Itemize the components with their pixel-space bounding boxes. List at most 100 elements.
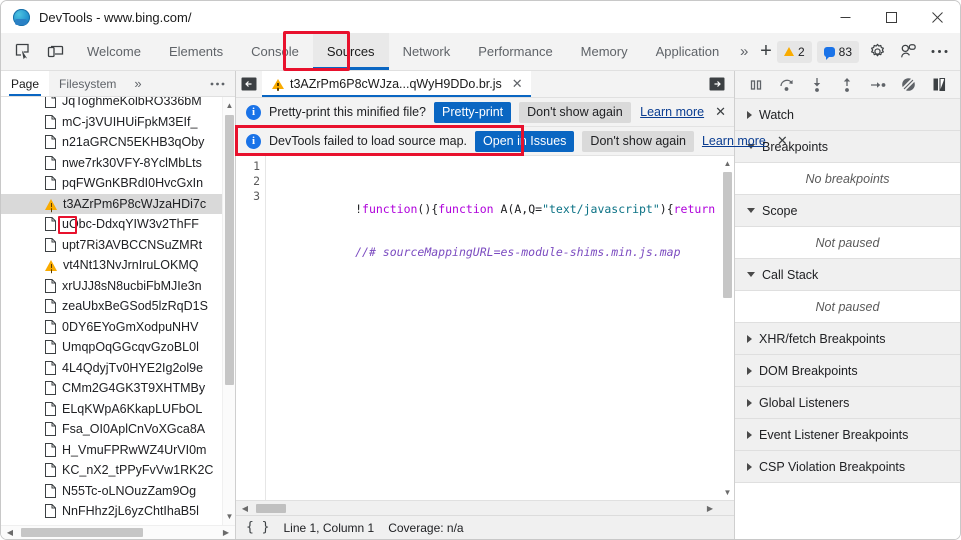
- list-item[interactable]: uObc-DdxqYIW3v2ThFF: [1, 214, 222, 235]
- list-item[interactable]: NnFHhz2jL6yzChtIhaB5l: [1, 501, 222, 522]
- tab-elements[interactable]: Elements: [155, 33, 237, 70]
- debugger-section-call-stack[interactable]: Call Stack: [735, 259, 960, 291]
- debugger-section-csp-violation-breakpoints[interactable]: CSP Violation Breakpoints: [735, 451, 960, 483]
- debugger-section-breakpoints[interactable]: Breakpoints: [735, 131, 960, 163]
- debugger-section-global-listeners[interactable]: Global Listeners: [735, 387, 960, 419]
- panel-right-icon[interactable]: [704, 77, 730, 91]
- file-tree[interactable]: JqToghmeKolbRO336bM mC-j3VUIHUiFpkM3EIf_…: [1, 97, 235, 525]
- scrollbar-thumb-horizontal[interactable]: [256, 504, 286, 513]
- add-tab-button[interactable]: +: [755, 33, 777, 70]
- scroll-up-arrow-icon[interactable]: ▲: [223, 99, 235, 112]
- editor-tab-active[interactable]: t3AZrPm6P8cWJza...qWyH9DDo.br.js ✕: [262, 71, 531, 97]
- debugger-section-scope[interactable]: Scope: [735, 195, 960, 227]
- pretty-print-button[interactable]: Pretty-print: [434, 101, 512, 123]
- scroll-right-arrow-icon[interactable]: ▶: [219, 526, 233, 539]
- tab-welcome[interactable]: Welcome: [73, 33, 155, 70]
- gear-icon[interactable]: [864, 39, 890, 65]
- list-item[interactable]: nwe7rk30VFY-8YclMbLts: [1, 153, 222, 174]
- minimize-button[interactable]: [822, 1, 868, 33]
- scroll-left-arrow-icon[interactable]: ◀: [3, 526, 17, 539]
- list-item[interactable]: H_VmuFPRwWZ4UrVI0m: [1, 440, 222, 461]
- file-tree-scrollbar-horizontal[interactable]: ◀ ▶: [1, 525, 235, 539]
- device-toolbar-icon[interactable]: [41, 38, 69, 66]
- step-into-icon[interactable]: [806, 74, 828, 96]
- learn-more-link[interactable]: Learn more: [702, 134, 766, 148]
- list-item[interactable]: N55Tc-oLNOuzZam9Og: [1, 481, 222, 502]
- close-icon[interactable]: ✕: [712, 104, 726, 120]
- list-item[interactable]: JqToghmeKolbRO336bM: [1, 97, 222, 112]
- close-button[interactable]: [914, 1, 960, 33]
- list-item[interactable]: Fsa_OI0AplCnVoXGca8A: [1, 419, 222, 440]
- step-over-icon[interactable]: [776, 74, 798, 96]
- scroll-down-arrow-icon[interactable]: ▼: [223, 510, 235, 523]
- step-out-icon[interactable]: [836, 74, 858, 96]
- list-item[interactable]: zeaUbxBeGSod5lzRqD1S: [1, 296, 222, 317]
- tab-memory-label: Memory: [580, 44, 628, 59]
- list-item[interactable]: KC_nX2_tPPyFvVw1RK2C: [1, 460, 222, 481]
- warnings-badge[interactable]: 2: [776, 40, 812, 63]
- dont-show-again-button[interactable]: Don't show again: [519, 101, 631, 123]
- close-icon[interactable]: ✕: [774, 133, 788, 149]
- pause-resume-icon[interactable]: [745, 74, 767, 96]
- scroll-right-arrow-icon[interactable]: ▶: [703, 501, 717, 515]
- tab-application[interactable]: Application: [642, 33, 734, 70]
- nav-more-tabs-icon[interactable]: »: [126, 71, 149, 96]
- panel-left-icon[interactable]: [236, 71, 262, 97]
- debugger-section-dom-breakpoints[interactable]: DOM Breakpoints: [735, 355, 960, 387]
- file-name: xrUJJ8sN8ucbiFbMJIe3n: [62, 278, 202, 293]
- deactivate-breakpoints-icon[interactable]: [897, 74, 919, 96]
- debugger-section-event-listener-breakpoints[interactable]: Event Listener Breakpoints: [735, 419, 960, 451]
- messages-badge[interactable]: 83: [816, 40, 859, 63]
- list-item[interactable]: n21aGRCN5EKHB3qOby: [1, 132, 222, 153]
- inspect-element-icon[interactable]: [9, 38, 37, 66]
- nav-tab-page[interactable]: Page: [1, 71, 50, 96]
- open-in-issues-button[interactable]: Open in Issues: [475, 130, 575, 152]
- list-item[interactable]: 0DY6EYoGmXodpuNHV: [1, 317, 222, 338]
- list-item-selected[interactable]: t3AZrPm6P8cWJzaHDi7c: [1, 193, 222, 214]
- scroll-left-arrow-icon[interactable]: ◀: [238, 501, 252, 515]
- editor-scrollbar-horizontal[interactable]: ◀ ▶: [236, 500, 734, 515]
- scroll-down-arrow-icon[interactable]: ▼: [721, 486, 734, 499]
- more-options-icon[interactable]: [926, 39, 952, 65]
- maximize-button[interactable]: [868, 1, 914, 33]
- scrollbar-thumb-vertical[interactable]: [225, 115, 234, 385]
- list-item[interactable]: vt4Nt13NvJrnIruLOKMQ: [1, 255, 222, 276]
- file-icon: [45, 299, 56, 314]
- scrollbar-thumb-vertical[interactable]: [723, 172, 732, 298]
- list-item[interactable]: mC-j3VUIHUiFpkM3EIf_: [1, 112, 222, 133]
- list-item[interactable]: upt7Ri3AVBCCNSuZMRt: [1, 235, 222, 256]
- learn-more-link[interactable]: Learn more: [640, 105, 704, 119]
- code-line-1: !function(){function A(A,Q="text/javascr…: [272, 187, 734, 216]
- tab-performance[interactable]: Performance: [464, 33, 566, 70]
- navigator-more-options-icon[interactable]: [210, 71, 235, 96]
- tab-sources[interactable]: Sources: [312, 33, 389, 70]
- nav-tab-filesystem[interactable]: Filesystem: [49, 71, 126, 96]
- customize-icon[interactable]: [895, 39, 921, 65]
- code-editor[interactable]: 1 2 3 !function(){function A(A,Q="text/j…: [236, 156, 734, 500]
- tab-console[interactable]: Console: [237, 33, 313, 70]
- editor-scrollbar-vertical[interactable]: ▲ ▼: [721, 156, 734, 500]
- code-content[interactable]: !function(){function A(A,Q="text/javascr…: [266, 156, 734, 500]
- close-icon[interactable]: ✕: [512, 76, 523, 92]
- file-name: uObc-DdxqYIW3v2ThFF: [62, 217, 199, 232]
- list-item[interactable]: xrUJJ8sN8ucbiFbMJIe3n: [1, 276, 222, 297]
- list-item[interactable]: UmqpOqGGcqvGzoBL0l: [1, 337, 222, 358]
- file-name: ELqKWpA6KkapLUFbOL: [62, 401, 203, 416]
- step-icon[interactable]: [867, 74, 889, 96]
- dont-show-again-button[interactable]: Don't show again: [582, 130, 694, 152]
- code-token: function: [438, 202, 494, 216]
- debugger-section-xhr-fetch-breakpoints[interactable]: XHR/fetch Breakpoints: [735, 323, 960, 355]
- tab-network[interactable]: Network: [389, 33, 465, 70]
- tab-memory[interactable]: Memory: [567, 33, 642, 70]
- debugger-section-watch[interactable]: Watch: [735, 99, 960, 131]
- scroll-up-arrow-icon[interactable]: ▲: [721, 157, 734, 170]
- pause-on-exceptions-icon[interactable]: [928, 74, 950, 96]
- scrollbar-thumb-horizontal[interactable]: [21, 528, 143, 537]
- list-item[interactable]: pqFWGnKBRdI0HvcGxIn: [1, 173, 222, 194]
- list-item[interactable]: CMm2G4GK3T9XHTMBy: [1, 378, 222, 399]
- more-tabs-icon[interactable]: »: [733, 33, 755, 70]
- file-tree-scrollbar-vertical[interactable]: ▲ ▼: [222, 97, 235, 525]
- list-item[interactable]: 4L4QdyjTv0HYE2Ig2ol9e: [1, 358, 222, 379]
- list-item[interactable]: ELqKWpA6KkapLUFbOL: [1, 399, 222, 420]
- pretty-print-format-icon[interactable]: { }: [246, 520, 269, 535]
